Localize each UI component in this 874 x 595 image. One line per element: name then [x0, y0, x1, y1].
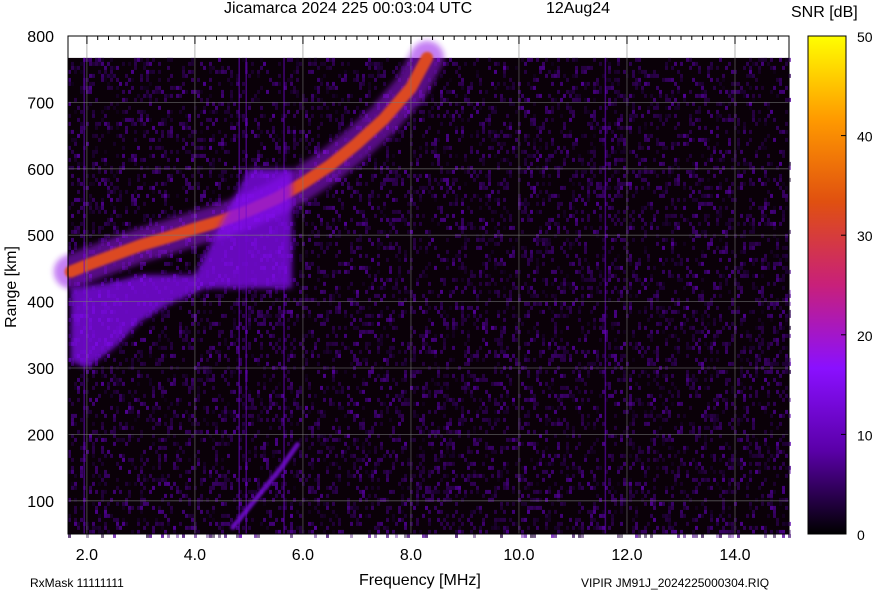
colorbar-gradient: [807, 35, 847, 535]
colorbar-tick-label: 0: [857, 527, 865, 543]
colorbar-tick-label: 30: [857, 228, 873, 244]
colorbar-tick-label: 40: [857, 129, 873, 145]
colorbar-tick-label: 10: [857, 427, 873, 443]
colorbar-tick-label: 50: [857, 29, 873, 45]
colorbar: 0 10 20 30 40 50: [807, 29, 873, 543]
colorbar-tick-label: 20: [857, 328, 873, 344]
